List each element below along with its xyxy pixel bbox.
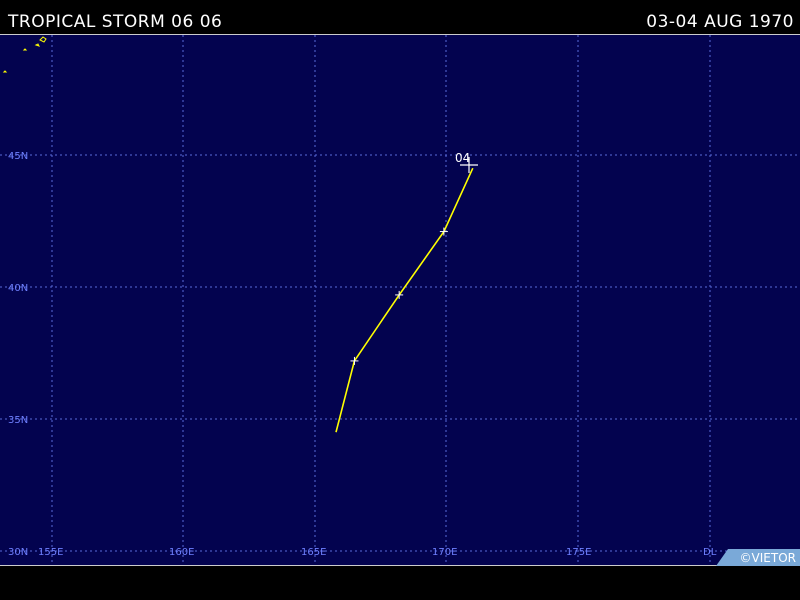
lon-label-165: 165E	[301, 547, 326, 558]
storm-track	[335, 167, 474, 433]
lon-label-160: 160E	[169, 547, 194, 558]
island-shape	[2, 70, 8, 73]
lon-label-175: 175E	[566, 547, 591, 558]
lon-label-170: 170E	[432, 547, 457, 558]
island-shape	[22, 48, 28, 51]
storm-track-line	[335, 167, 474, 433]
island-shape	[39, 36, 47, 43]
graticule	[0, 35, 800, 565]
lat-label-40: 40N	[8, 283, 28, 294]
lon-label-dl: DL	[703, 547, 717, 558]
lat-label-45: 45N	[8, 151, 28, 162]
lat-label-30: 30N	[8, 547, 28, 558]
end-position-label: 04	[455, 151, 470, 165]
map-svg: 45N 40N 35N 30N 155E 160E 165E 170E 175E…	[0, 35, 800, 566]
island-shape	[34, 43, 40, 47]
island-outlines	[2, 36, 47, 73]
credit-label: ©VIETOR	[739, 551, 796, 565]
lat-label-35: 35N	[8, 415, 28, 426]
lon-label-155: 155E	[38, 547, 63, 558]
